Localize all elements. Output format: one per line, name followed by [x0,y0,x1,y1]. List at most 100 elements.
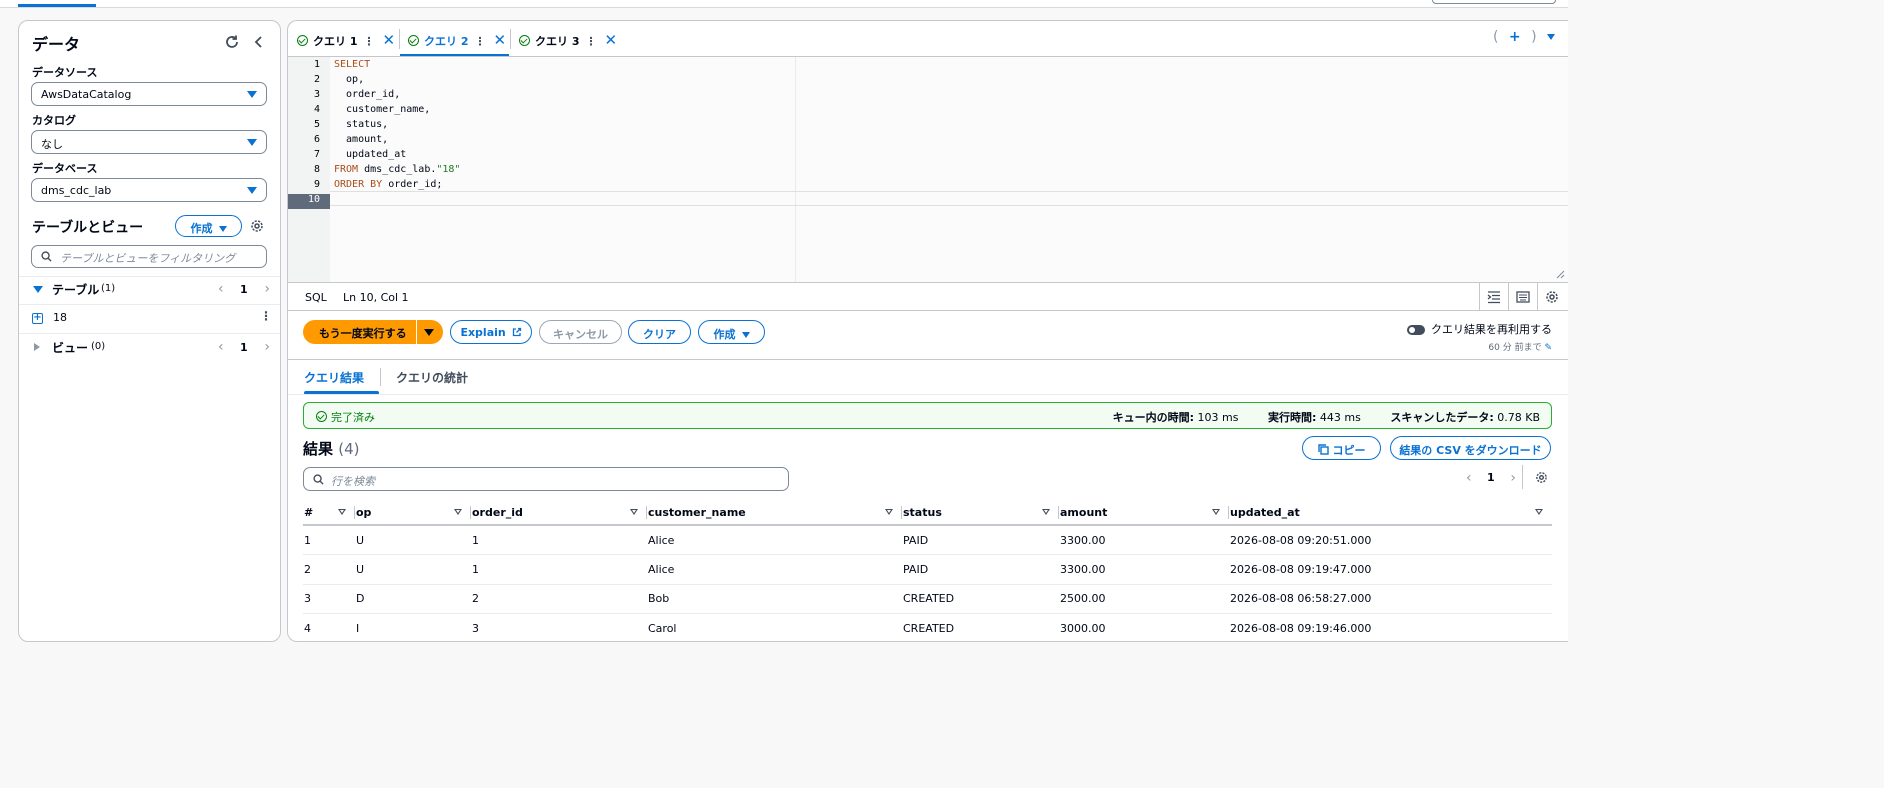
divider [19,304,280,305]
create-table-button[interactable]: 作成 [175,215,242,237]
catalog-select[interactable]: なし [31,130,267,154]
reuse-results-age: 60 分 前まで [1488,343,1542,353]
editor-settings-button[interactable] [1537,283,1566,311]
top-navigation-bar [0,0,1568,8]
table-item-menu-icon[interactable]: ⋮ [260,309,272,323]
code-line[interactable]: status, [334,119,388,134]
search-icon [41,251,52,262]
column-header[interactable]: # [303,500,355,526]
clear-button[interactable]: クリア [628,320,691,344]
sort-icon[interactable] [338,509,346,515]
explain-button[interactable]: Explain [450,320,532,344]
tab-query-3[interactable]: クエリ 3 ⋮ ✕ [519,21,623,56]
code-line[interactable]: SELECT [334,59,370,74]
results-search-input[interactable]: 行を検索 [303,467,789,491]
column-header[interactable]: order_id [471,500,647,526]
sort-icon[interactable] [885,509,893,515]
database-select[interactable]: dms_cdc_lab [31,178,267,202]
table-cell: 2026-08-08 06:58:27.000 [1229,584,1552,614]
code-line[interactable]: amount, [334,134,388,149]
collapse-caret-icon[interactable] [34,343,40,351]
close-tab-icon[interactable]: ✕ [382,31,395,49]
create-button[interactable]: 作成 [698,320,765,344]
format-query-button[interactable] [1479,283,1508,311]
table-row[interactable]: 1 U 1 Alice PAID 3300.00 2026-08-08 09:20:51.0… [303,525,1552,555]
tab-query-results[interactable]: クエリ結果 [304,369,364,386]
run-again-button[interactable]: もう一度実行する [303,320,443,344]
divider [19,333,280,334]
table-item-name[interactable]: 18 [53,311,67,324]
refresh-icon[interactable] [224,34,240,50]
table-preferences-gear-icon[interactable] [1535,471,1548,484]
catalog-label: カタログ [32,114,76,127]
run-options-caret-icon[interactable] [424,329,434,336]
caret-down-icon [247,187,257,194]
top-control[interactable] [1432,0,1556,4]
resize-handle-icon[interactable] [1556,270,1565,279]
queue-time-label: キュー内の時間: [1112,411,1195,424]
sort-icon[interactable] [630,509,638,515]
prev-page-icon[interactable]: ‹ [218,282,224,296]
prev-page-icon[interactable]: ‹ [1466,470,1472,486]
column-header[interactable]: op [355,500,471,526]
sort-icon[interactable] [1212,509,1220,515]
table-item-row[interactable]: + 18 ⋮ [19,306,280,332]
tab-query-1[interactable]: クエリ 1 ⋮ ✕ [297,21,401,56]
tab-query-2[interactable]: クエリ 2 ⋮ ✕ [400,21,509,56]
tab-menu-icon[interactable]: ⋮ [474,35,485,48]
editor-margin-line [795,57,796,282]
tabs-dropdown-icon[interactable] [1547,34,1555,40]
download-csv-button[interactable]: 結果の CSV をダウンロード [1390,436,1551,460]
tables-page-number[interactable]: 1 [240,283,248,296]
datasource-value: AwsDataCatalog [41,88,132,101]
next-page-icon[interactable]: › [264,340,270,354]
tab-menu-icon[interactable]: ⋮ [363,35,374,48]
sql-editor[interactable]: 1 SELECT 2 op, 3 order_id, 4 customer_name, 5… [288,57,1568,282]
datasource-select[interactable]: AwsDataCatalog [31,82,267,106]
active-nav-indicator [18,4,96,7]
column-header[interactable]: status [902,500,1059,526]
code-line[interactable]: FROM dms_cdc_lab."18" [334,164,460,179]
prev-page-icon[interactable]: ‹ [218,340,224,354]
close-tab-icon[interactable]: ✕ [604,31,617,49]
edit-pencil-icon[interactable]: ✎ [1544,343,1552,353]
sort-icon[interactable] [454,509,462,515]
code-line[interactable]: updated_at [334,149,406,164]
code-line[interactable]: op, [334,74,364,89]
sort-icon[interactable] [1042,509,1050,515]
split-separator [416,320,417,344]
column-header[interactable]: updated_at [1229,500,1552,526]
code-line[interactable]: ORDER BY order_id; [334,179,442,194]
next-page-icon[interactable]: › [1510,470,1516,486]
views-group-header[interactable]: ビュー (0) ‹ 1 › [19,335,280,361]
caret-down-icon [741,332,750,338]
results-page-number[interactable]: 1 [1487,471,1495,484]
table-cell: U [355,525,471,555]
close-tab-icon[interactable]: ✕ [493,31,506,49]
table-expand-icon[interactable]: + [32,313,43,324]
column-header[interactable]: customer_name [647,500,902,526]
collapse-panel-icon[interactable] [251,34,267,50]
table-row[interactable]: 3 D 2 Bob CREATED 2500.00 2026-08-08 06:58:27.… [303,584,1552,614]
tab-menu-icon[interactable]: ⋮ [585,35,596,48]
next-page-icon[interactable]: › [264,282,270,296]
add-tab-icon[interactable]: + [1509,29,1521,45]
tab-label: クエリ 2 [424,35,469,48]
keyboard-shortcuts-button[interactable] [1508,283,1537,311]
column-header[interactable]: amount [1059,500,1229,526]
reuse-results-toggle[interactable] [1407,325,1425,335]
code-line[interactable]: order_id, [334,89,400,104]
copy-button[interactable]: コピー [1302,436,1381,460]
settings-gear-icon[interactable] [250,219,264,233]
sort-icon[interactable] [1535,509,1543,515]
table-cell: CREATED [902,584,1059,614]
views-page-number[interactable]: 1 [240,341,248,354]
expand-caret-icon[interactable] [33,286,43,293]
tables-filter-input[interactable]: テーブルとビューをフィルタリング [31,245,267,268]
table-row[interactable]: 4 I 3 Carol CREATED 3000.00 2026-08-08 09:19:4… [303,613,1552,641]
tab-query-stats[interactable]: クエリの統計 [396,369,468,386]
code-line[interactable]: customer_name, [334,104,430,119]
tables-group-header[interactable]: テーブル (1) ‹ 1 › [19,277,280,303]
table-row[interactable]: 2 U 1 Alice PAID 3300.00 2026-08-08 09:19:47.0… [303,554,1552,585]
cancel-button[interactable]: キャンセル [539,320,622,344]
